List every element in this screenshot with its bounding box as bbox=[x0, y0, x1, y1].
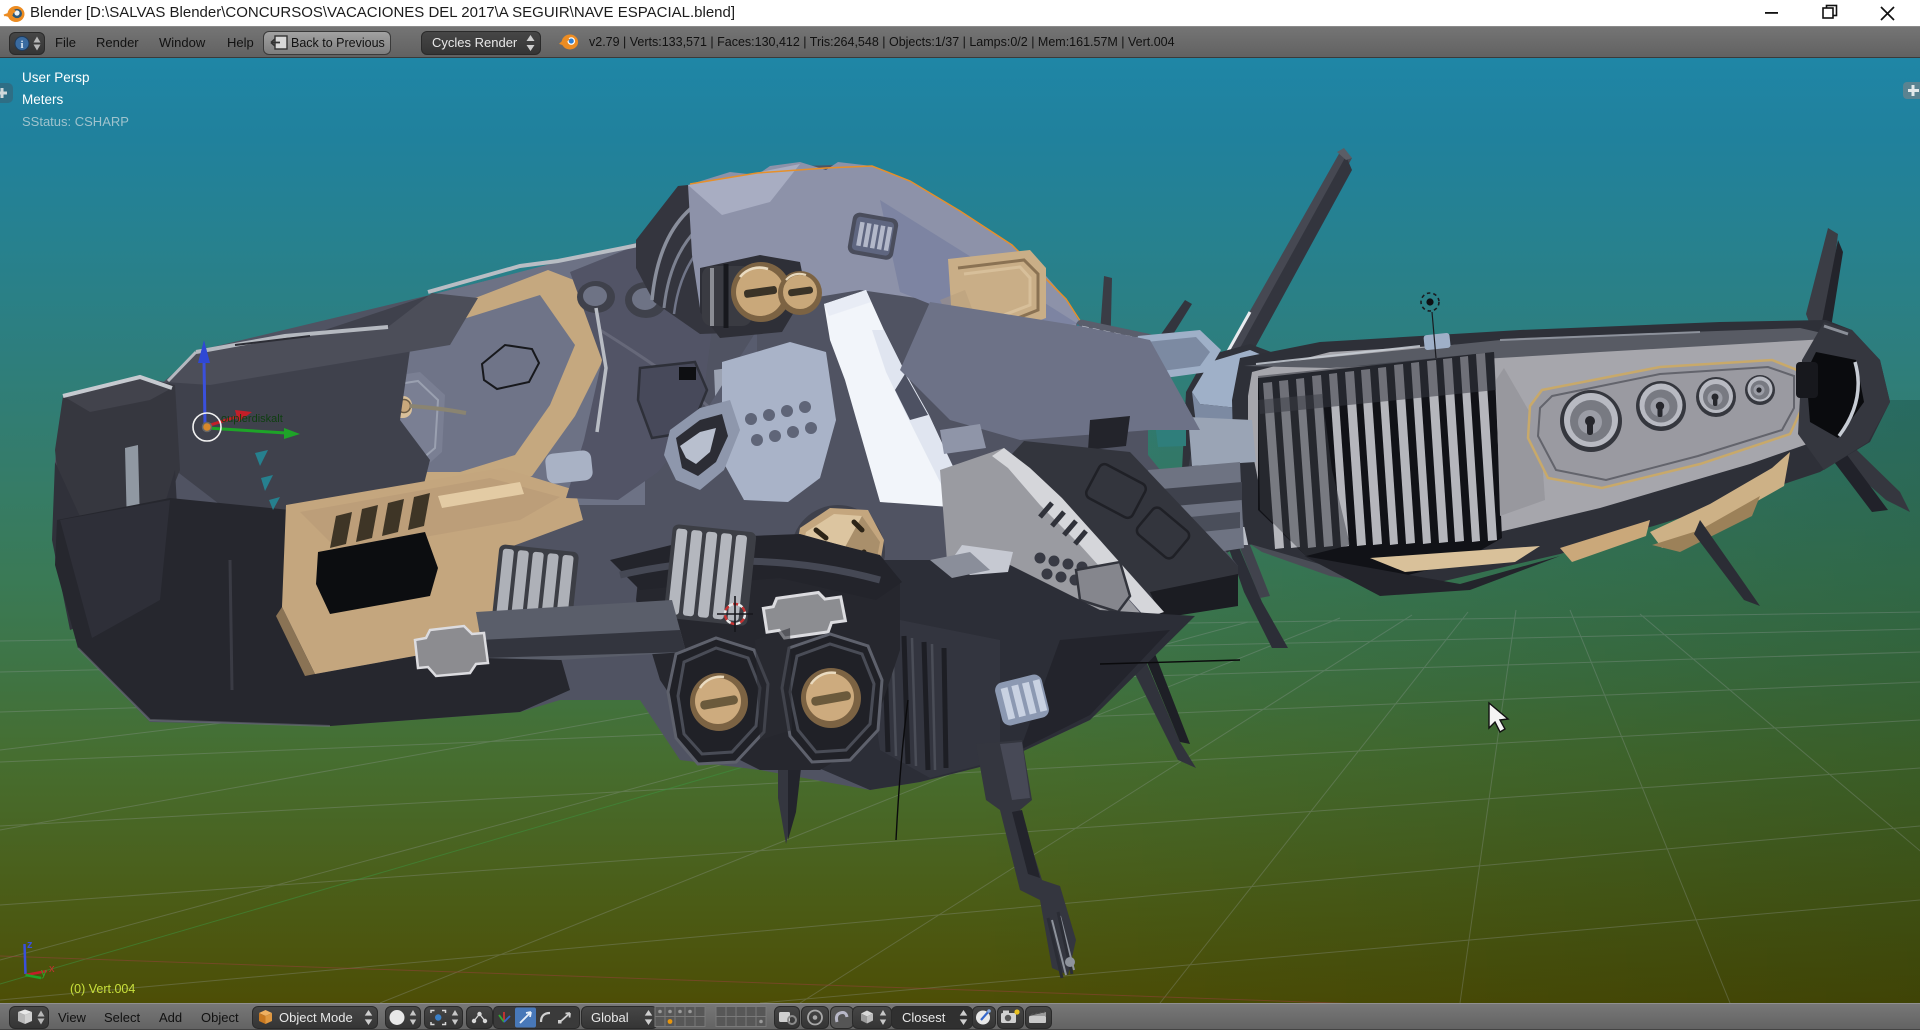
svg-text:ouplerdiskalt: ouplerdiskalt bbox=[221, 413, 283, 425]
svg-text:y: y bbox=[41, 967, 47, 979]
svg-text:SStatus: CSHARP: SStatus: CSHARP bbox=[22, 114, 129, 129]
svg-text:x: x bbox=[49, 963, 55, 975]
svg-text:z: z bbox=[27, 939, 33, 951]
svg-text:(0) Vert.004: (0) Vert.004 bbox=[70, 982, 135, 996]
svg-text:i: i bbox=[20, 39, 23, 51]
svg-text:Meters: Meters bbox=[22, 92, 64, 107]
svg-text:User Persp: User Persp bbox=[22, 70, 90, 85]
